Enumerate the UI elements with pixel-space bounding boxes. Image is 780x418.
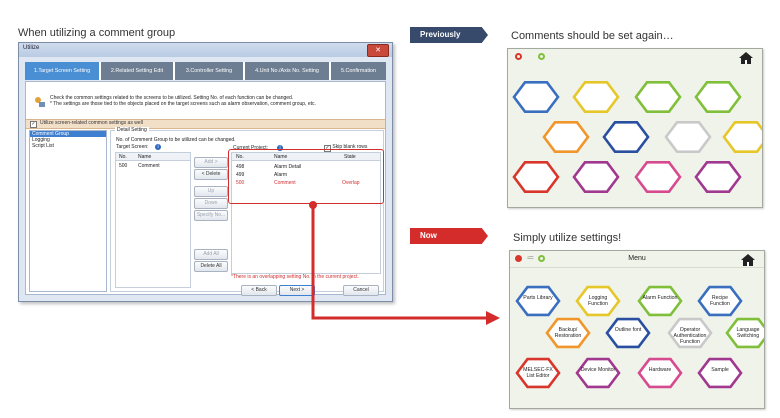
target-screen-label: Target Screen: [116,144,149,150]
menu-button-label-6[interactable]: Operator Authentication Function [672,327,708,345]
menu-button-label-1[interactable]: Logging Function [580,295,616,307]
detail-title: Detail Setting [115,127,149,133]
menu-button-label-3[interactable]: Recipe Function [702,295,738,307]
specify-no-button[interactable]: Specify No... [194,210,228,221]
menu-hex-10[interactable] [637,357,683,389]
table-row-name[interactable]: Comment [138,163,160,169]
delete-all-button[interactable]: Delete All [194,261,228,272]
menu-hex-0[interactable] [515,285,561,317]
previous-hex-grid [512,81,762,193]
col-header-no: No. [119,154,127,160]
previous-hex-11[interactable] [694,161,742,193]
delete-button[interactable]: < Delete [194,169,228,180]
step-controller-setting[interactable]: 3.Controller Setting [175,62,243,80]
menu-button-label-9[interactable]: Device Monitor [580,367,616,373]
previous-hex-4[interactable] [542,120,590,153]
menu-button-label-5[interactable]: Outline font [610,327,646,333]
menu-title: Menu [628,255,646,262]
settings-category-list: Comment Group Logging Script List [29,130,107,292]
previous-hex-10[interactable] [634,161,682,193]
previous-hex-1[interactable] [572,81,620,114]
now-heading: Simply utilize settings! [513,232,622,244]
category-script-list[interactable]: Script List [30,143,106,149]
red-dot-icon [515,53,522,60]
info-line-2: * The settings are those tied to the obj… [50,101,316,107]
green-dot-icon [538,53,545,60]
wizard-icon [34,95,46,107]
previous-hex-3[interactable] [694,81,742,114]
step-target-screen[interactable]: 1.Target Screen Setting [25,62,99,80]
down-button[interactable]: Down [194,198,228,209]
left-heading: When utilizing a comment group [18,27,176,39]
section-label: Utilize screen-related common settings a… [40,120,143,126]
previous-screen-topbar [508,49,762,65]
menu-button-label-0[interactable]: Parts Library [520,295,556,301]
target-screen-table: No. Name 500 Comment [115,152,191,288]
add-all-button[interactable]: Add All [194,249,228,260]
wizard-steps: 1.Target Screen Setting 2.Related Settin… [25,62,386,80]
step-unit-axis[interactable]: 4.Unit No./Axis No. Setting [245,62,329,80]
info-icon[interactable]: i [155,144,161,150]
menu-hex-2[interactable] [637,285,683,317]
previously-heading: Comments should be set again… [511,30,674,42]
menu-hex-9[interactable] [575,357,621,389]
table-row-no[interactable]: 500 [119,163,127,169]
up-button[interactable]: Up [194,186,228,197]
menu-button-label-11[interactable]: Sample [702,367,738,373]
menu-hex-5[interactable] [605,317,651,349]
menu-screen: ≔ Menu Parts Library Logging Function Alar… [509,250,765,409]
step-confirmation[interactable]: 5.Confirmation [331,62,386,80]
previously-tag: Previously [410,27,488,43]
previous-screen [507,48,763,208]
previous-hex-9[interactable] [572,161,620,193]
previous-hex-5[interactable] [602,120,650,153]
dialog-title: Utilize [23,45,40,51]
step-related-setting[interactable]: 2.Related Setting Edit [101,62,173,80]
menu-hex-11[interactable] [697,357,743,389]
add-button[interactable]: Add > [194,157,228,168]
menu-screen-topbar: ≔ Menu [510,251,764,268]
dialog-titlebar: Utilize ✕ [19,43,392,57]
menu-hex-grid [515,285,764,389]
menu-button-label-2[interactable]: Alarm Function [642,295,678,301]
menu-button-label-10[interactable]: Hardware [642,367,678,373]
target-table-header: No. Name [116,153,190,161]
previous-hex-8[interactable] [512,161,560,193]
previous-hex-6[interactable] [664,120,712,153]
back-button[interactable]: < Back [241,285,277,296]
change-note: No. of Comment Group to be utilized can … [116,137,236,143]
previous-hex-0[interactable] [512,81,560,114]
flow-arrow [309,201,500,325]
section-bar: ✓ Utilize screen-related common settings … [26,119,385,129]
col-header-name: Name [138,154,152,160]
menu-button-label-4[interactable]: Backup/ Restoration [550,327,586,339]
utilize-checkbox[interactable]: ✓ [30,121,37,128]
previous-hex-2[interactable] [634,81,682,114]
close-icon[interactable]: ✕ [367,44,389,57]
menu-button-label-7[interactable]: Language Switching [730,327,766,339]
menu-button-label-8[interactable]: MELSEC-FX List Editor [520,367,556,379]
previous-hex-7[interactable] [722,120,762,153]
